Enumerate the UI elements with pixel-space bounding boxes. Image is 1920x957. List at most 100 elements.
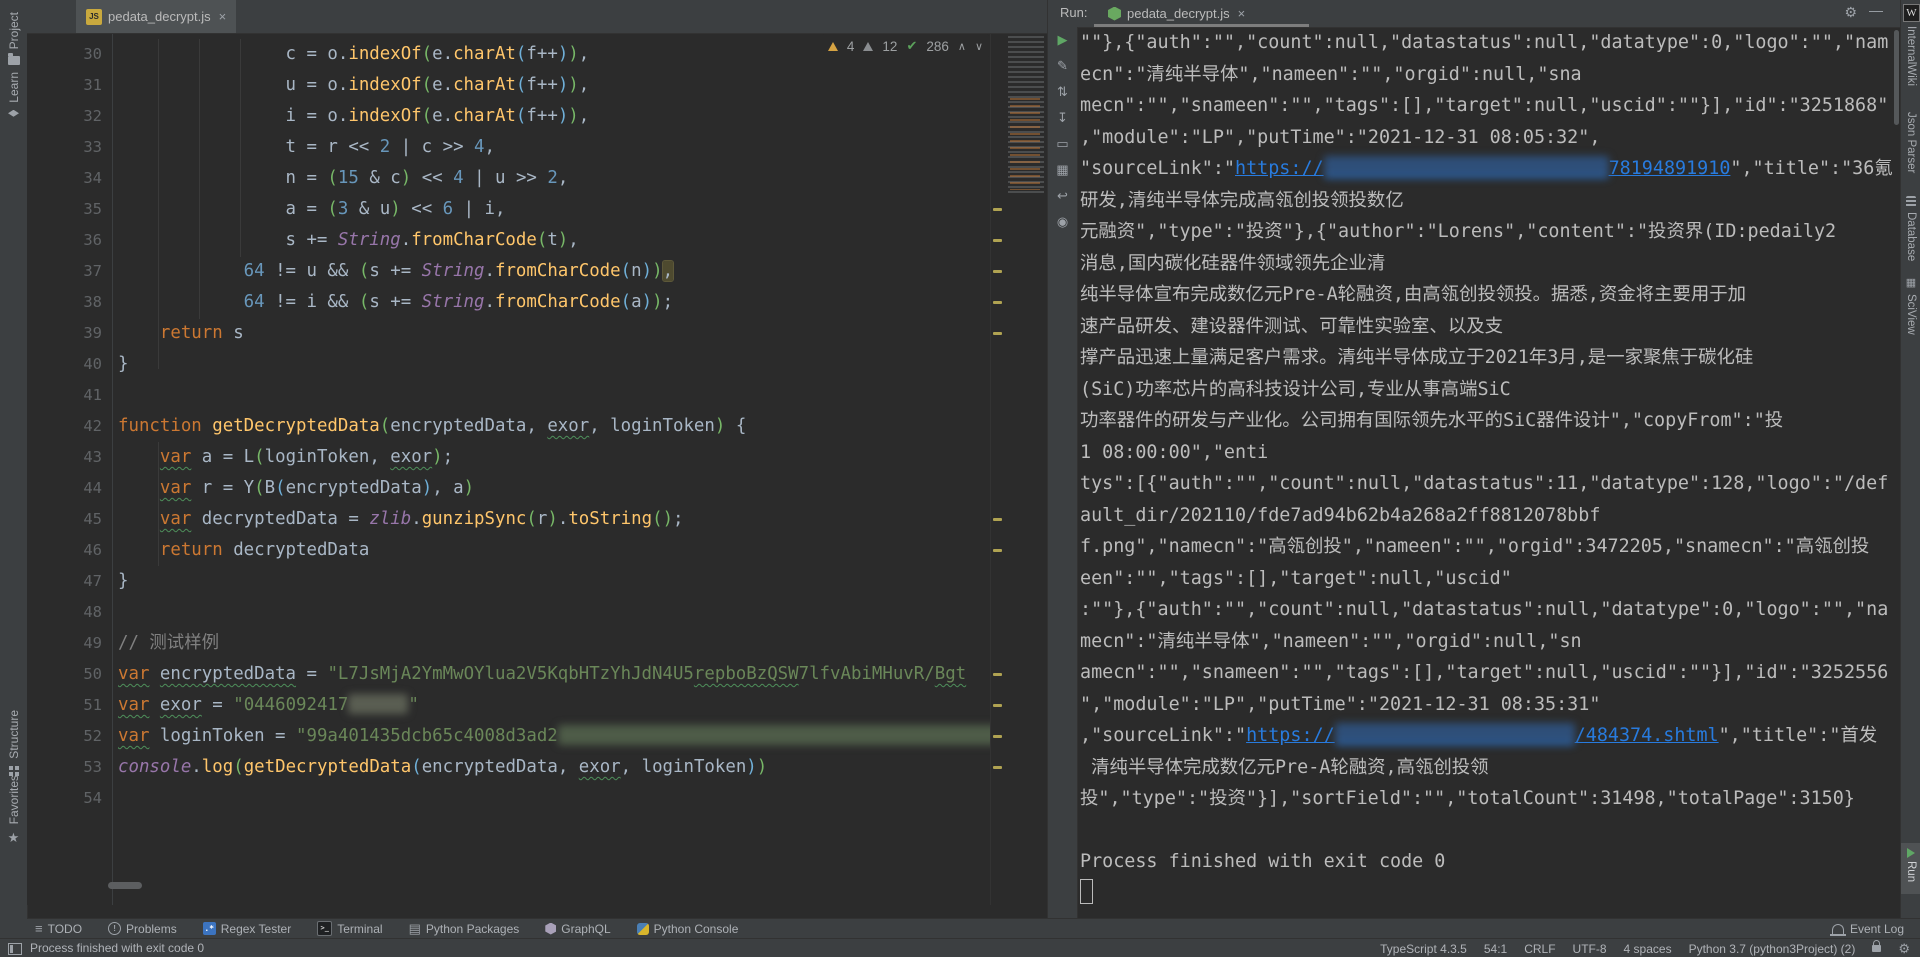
edit-configuration-icon[interactable]: ✎	[1048, 53, 1077, 79]
line-number: 32	[27, 101, 112, 132]
scroll-to-end-icon[interactable]: ↧	[1048, 105, 1077, 131]
code-area[interactable]: r = o.indexOf(e.charAt(f++)), c = o.inde…	[118, 33, 990, 814]
sidebar-item-label: Json Parser	[1905, 112, 1917, 173]
grid-icon: ▦	[1906, 278, 1916, 289]
close-icon[interactable]: ×	[219, 9, 227, 24]
horizontal-scrollbar[interactable]	[108, 882, 142, 889]
run-tab[interactable]: pedata_decrypt.js ×	[1100, 0, 1253, 27]
code-line: ⌂}	[118, 349, 990, 380]
tool-todo[interactable]: ≡ TODO	[35, 921, 82, 936]
console-link[interactable]: https://	[1246, 725, 1335, 746]
indent-guide	[199, 39, 200, 319]
change-marker	[993, 239, 1002, 242]
highlighting-level-icon[interactable]: ⚙	[1898, 941, 1910, 957]
tool-graphql[interactable]: GraphQL	[545, 922, 610, 936]
internalwiki-icon[interactable]: W	[1903, 4, 1920, 22]
sidebar-item-label: InternalWiki	[1905, 26, 1917, 86]
restore-layout-icon[interactable]: ▦	[1048, 157, 1077, 183]
status-message: Process finished with exit code 0	[30, 941, 204, 955]
sidebar-item-project[interactable]: Project	[0, 12, 27, 65]
code-line	[118, 597, 990, 628]
tool-label: TODO	[48, 922, 82, 936]
code-editor[interactable]: 3031323334353637383940414243444546474849…	[27, 33, 1047, 905]
sidebar-item-learn[interactable]: Learn	[0, 72, 27, 121]
run-console[interactable]: ""},{"auth":"","count":null,"datastatus"…	[1080, 27, 1892, 918]
line-number: 47	[27, 566, 112, 597]
status-encoding[interactable]: UTF-8	[1573, 942, 1607, 956]
code-line: u = o.indexOf(e.charAt(f++)),	[118, 70, 990, 101]
error-stripe[interactable]	[990, 33, 1007, 905]
minimap[interactable]	[1008, 36, 1044, 196]
close-icon[interactable]: ×	[1238, 6, 1246, 21]
javascript-file-icon: JS	[86, 9, 102, 25]
tool-window-bar: ≡ TODO ! Problems .* Regex Tester >_ Ter…	[27, 918, 1920, 938]
soft-wrap-icon[interactable]: ↩	[1048, 183, 1077, 209]
console-line: ,"sourceLink":"https:///484374.shtml","t…	[1080, 720, 1892, 752]
status-language[interactable]: TypeScript 4.3.5	[1380, 942, 1467, 956]
sort-icon[interactable]: ⇅	[1048, 79, 1077, 105]
console-link[interactable]: https://	[1235, 158, 1324, 179]
chevron-down-icon[interactable]: ∨	[975, 40, 983, 53]
line-number: 41	[27, 380, 112, 411]
code-line: ⌂}	[118, 566, 990, 597]
code-line: var r = Y(B(encryptedData), a)	[118, 473, 990, 504]
tool-python-packages[interactable]: ▤ Python Packages	[409, 921, 520, 937]
editor-tab[interactable]: JS pedata_decrypt.js ×	[76, 0, 236, 33]
weak-warning-count: 12	[882, 39, 897, 54]
sidebar-item-favorites[interactable]: Favorites ★	[0, 775, 27, 844]
gear-icon[interactable]: ⚙	[1844, 4, 1857, 21]
pin-icon[interactable]: ◉	[1048, 209, 1077, 235]
change-marker	[993, 332, 1002, 335]
database-icon	[1906, 196, 1916, 207]
console-line: 功率器件的研发与产业化。公司拥有国际领先水平的SiC器件设计","copyFro…	[1080, 405, 1892, 437]
sidebar-item-sciview[interactable]: ▦ SciView	[1901, 278, 1920, 335]
code-line: // 测试样例	[118, 628, 990, 659]
redacted-blur	[348, 694, 408, 714]
sidebar-item-database[interactable]: Database	[1901, 196, 1920, 261]
inspections-widget[interactable]: 4 12 ✔ 286 ∧ ∨	[822, 34, 989, 58]
tool-regex-tester[interactable]: .* Regex Tester	[203, 922, 291, 936]
console-link[interactable]: 78194891910	[1609, 158, 1731, 179]
hide-panel-icon[interactable]: —	[1869, 2, 1883, 18]
console-line: 元融资","type":"投资"},{"author":"Lorens","co…	[1080, 216, 1892, 248]
tool-window-switcher-icon[interactable]	[8, 943, 22, 955]
console-line: f.png","namecn":"高瓴创投","nameen":"","orgi…	[1080, 531, 1892, 563]
event-log-button[interactable]: Event Log	[1832, 922, 1904, 936]
lock-icon[interactable]	[1872, 945, 1881, 952]
tool-terminal[interactable]: >_ Terminal	[317, 921, 382, 936]
sidebar-item-internalwiki[interactable]: InternalWiki	[1901, 26, 1920, 86]
warning-count: 4	[847, 39, 855, 54]
status-interpreter[interactable]: Python 3.7 (python3Project) (2)	[1689, 942, 1856, 956]
console-line: 清纯半导体完成数亿元Pre-A轮融资,高瓴创投领	[1080, 752, 1892, 784]
terminal-icon: >_	[317, 921, 332, 936]
tool-problems[interactable]: ! Problems	[108, 922, 177, 936]
status-line-endings[interactable]: CRLF	[1524, 942, 1555, 956]
line-number: 52	[27, 721, 112, 752]
sidebar-item-structure[interactable]: Structure	[0, 710, 27, 776]
line-number: 53	[27, 752, 112, 783]
sidebar-item-run[interactable]: Run	[1901, 843, 1920, 894]
editor-tab-label: pedata_decrypt.js	[108, 9, 211, 24]
line-number: 44	[27, 473, 112, 504]
console-line: 消息,国内碳化硅器件领域领先企业清	[1080, 248, 1892, 280]
tool-python-console[interactable]: Python Console	[637, 922, 739, 936]
line-number: 40	[27, 349, 112, 380]
code-line: s += String.fromCharCode(t),	[118, 225, 990, 256]
console-line: (SiC)功率芯片的高科技设计公司,专业从事高端SiC	[1080, 374, 1892, 406]
packages-icon: ▤	[409, 921, 421, 937]
change-marker	[993, 673, 1002, 676]
sidebar-item-json-parser[interactable]: Json Parser	[1901, 112, 1920, 173]
chevron-up-icon[interactable]: ∧	[958, 40, 966, 53]
console-line: 研发,清纯半导体完成高瓴创投领投数亿	[1080, 185, 1892, 217]
code-line: t = r << 2 | c >> 4,	[118, 132, 990, 163]
run-toolbar: ▶✎⇅↧▭▦↩◉	[1048, 27, 1078, 918]
console-scrollbar[interactable]	[1894, 30, 1899, 125]
clear-console-icon[interactable]: ▭	[1048, 131, 1077, 157]
status-indent[interactable]: 4 spaces	[1624, 942, 1672, 956]
console-link[interactable]: /484374.shtml	[1575, 725, 1719, 746]
code-line: return decryptedData	[118, 535, 990, 566]
rerun-button[interactable]: ▶	[1048, 27, 1077, 53]
status-caret-position[interactable]: 54:1	[1484, 942, 1507, 956]
line-number: 43	[27, 442, 112, 473]
console-line: mecn":"","snameen":"","tags":[],"target"…	[1080, 90, 1892, 122]
